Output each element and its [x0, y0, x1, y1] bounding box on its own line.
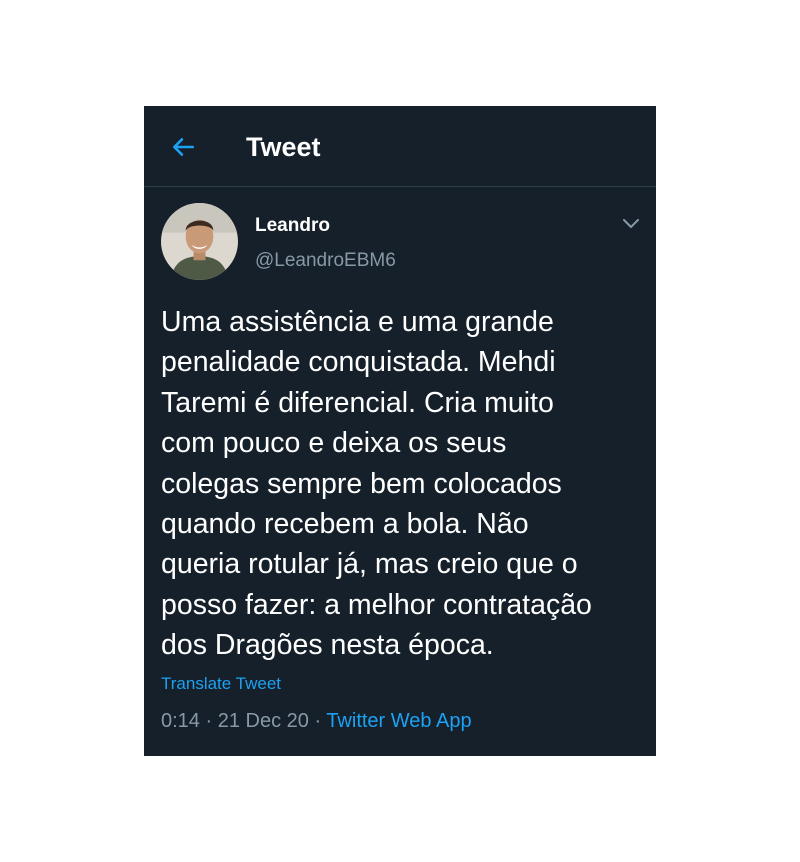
tweet-time: 0:14	[161, 710, 200, 732]
tweet-meta: 0:14 · 21 Dec 20 · Twitter Web App	[161, 708, 472, 734]
translate-tweet-link[interactable]: Translate Tweet	[161, 673, 281, 695]
avatar[interactable]	[161, 203, 238, 280]
user-name[interactable]: Leandro	[255, 214, 330, 238]
page-title: Tweet	[246, 132, 321, 162]
tweet-source-link[interactable]: Twitter Web App	[326, 710, 471, 732]
tweet-header: Tweet	[144, 106, 656, 187]
user-handle[interactable]: @LeandroEBM6	[255, 249, 396, 273]
meta-separator: ·	[308, 710, 327, 732]
chevron-down-icon[interactable]	[622, 218, 640, 230]
tweet-text: Uma assistência e uma grande penalidade …	[161, 306, 592, 662]
meta-separator: ·	[199, 710, 218, 732]
tweet-card: Tweet Leandro @LeandroEBM6 Uma assistênc…	[144, 106, 656, 756]
arrow-left-icon[interactable]	[170, 134, 196, 160]
tweet-date: 21 Dec 20	[217, 710, 309, 732]
